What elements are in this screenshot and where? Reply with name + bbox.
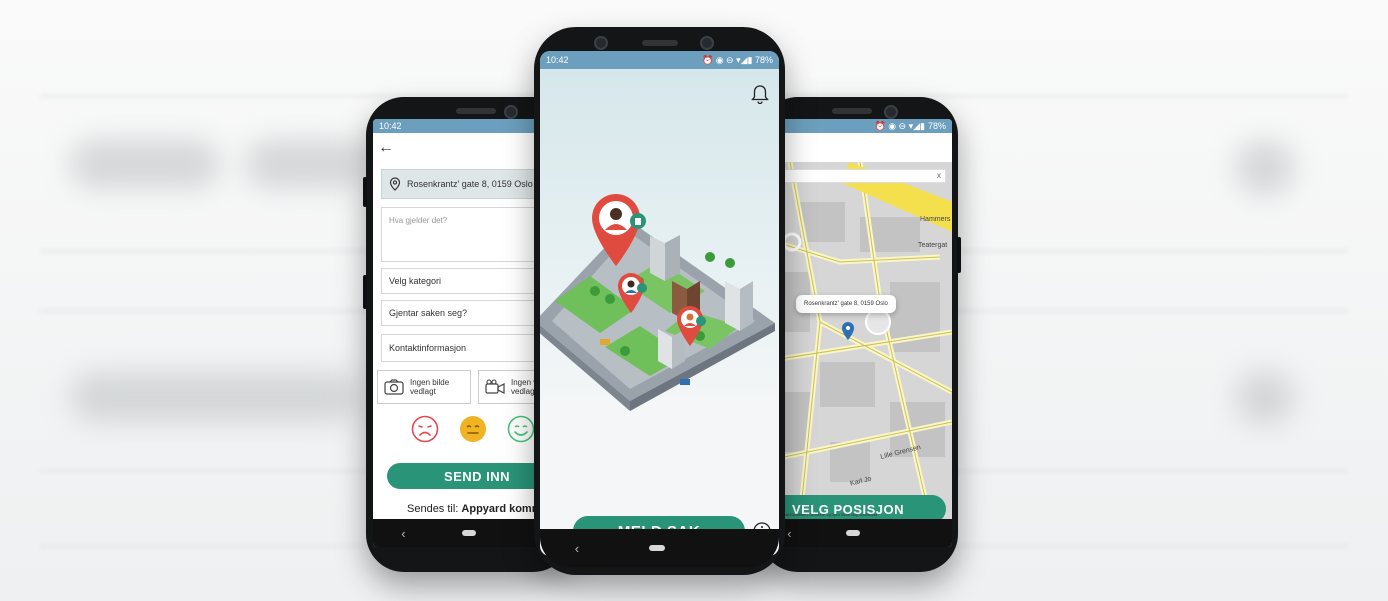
blur-shape — [1235, 370, 1295, 425]
bell-icon[interactable] — [751, 84, 769, 104]
neutral-face-icon[interactable] — [459, 415, 487, 443]
status-battery: 78% — [754, 54, 773, 65]
map-attribution: Landsat | Sentralt Kartverket | kommuner… — [762, 513, 878, 517]
blur-shape — [70, 372, 360, 422]
nav-home-button[interactable] — [648, 545, 665, 551]
category-label: Velg kategori — [389, 276, 442, 286]
nav-back-button[interactable]: ‹ — [401, 526, 405, 541]
front-camera — [884, 105, 898, 119]
speaker — [832, 108, 872, 114]
sad-face-icon[interactable] — [411, 415, 439, 443]
repeat-label: Gjentar saken seg? — [389, 308, 468, 318]
sent-to-prefix: Sendes til: — [407, 503, 462, 515]
center-phone: 10:42 ⏰ ◉ ⊖ ▾◢▮ 78% ‹ — [534, 27, 785, 575]
status-right: ⏰ ◉ ⊖ ▾◢▮ 78% — [701, 54, 773, 65]
status-battery: 78% — [927, 121, 946, 131]
marker-tooltip: Rosenkrantz' gate 8, 0159 Oslo — [796, 295, 896, 313]
map-view[interactable]: Hammers Teatergat Lille Grensen Karl Jo … — [760, 162, 952, 519]
blur-shape — [1235, 140, 1295, 195]
photo-label: Ingen bilde vedlagt — [410, 378, 449, 396]
street-label: Teatergat — [918, 242, 948, 249]
speaker — [456, 108, 496, 114]
address-text: Rosenkrantz' gate 8, 0159 Oslo — [407, 179, 533, 189]
status-time: 10:42 — [379, 121, 402, 131]
city-illustration — [540, 221, 775, 411]
nav-bar: ‹ — [540, 529, 779, 567]
map-search-bar[interactable]: x — [778, 169, 946, 183]
close-icon[interactable]: x — [937, 171, 941, 180]
map-marker-icon — [677, 306, 706, 346]
blur-shape — [70, 140, 220, 188]
front-camera — [594, 36, 608, 50]
photo-label-line2: vedlagt — [410, 387, 436, 396]
map-header — [760, 133, 952, 162]
nav-bar: ‹ — [760, 519, 952, 547]
status-icons: ⏰ ◉ ⊖ ▾◢▮ — [874, 120, 925, 131]
sent-to-text: Sendes til: Appyard kommun — [407, 503, 555, 515]
sensor — [700, 36, 714, 50]
right-phone: ⏰ ◉ ⊖ ▾◢▮ 78% Hammers Teatergat Lille Gr… — [760, 97, 961, 572]
status-bar: ⏰ ◉ ⊖ ▾◢▮ 78% — [760, 119, 952, 133]
map-marker-icon[interactable] — [842, 322, 854, 340]
photo-attach-button[interactable]: Ingen bilde vedlagt — [377, 370, 471, 404]
photo-label-line1: Ingen bilde — [410, 378, 450, 387]
street-label: Hammers — [920, 216, 951, 223]
center-screen: 10:42 ⏰ ◉ ⊖ ▾◢▮ 78% — [540, 51, 779, 556]
send-button-label: SEND INN — [443, 468, 511, 484]
back-arrow-icon[interactable]: ← — [378, 139, 394, 157]
blur-shape — [245, 140, 365, 188]
contact-label: Kontaktinformasjon — [389, 343, 467, 353]
happy-face-icon[interactable] — [507, 415, 535, 443]
nav-back-button[interactable]: ‹ — [787, 526, 791, 541]
description-placeholder: Hva gjelder det? — [389, 216, 448, 225]
video-icon — [485, 379, 505, 394]
right-screen: ⏰ ◉ ⊖ ▾◢▮ 78% Hammers Teatergat Lille Gr… — [760, 119, 952, 547]
nav-back-button[interactable]: ‹ — [575, 541, 579, 556]
nav-home-button[interactable] — [462, 530, 477, 536]
status-time: 10:42 — [546, 55, 569, 65]
status-bar: 10:42 ⏰ ◉ ⊖ ▾◢▮ 78% — [540, 51, 779, 69]
marker-tooltip-text: Rosenkrantz' gate 8, 0159 Oslo — [804, 301, 888, 307]
front-camera — [504, 105, 518, 119]
map-marker-icon — [592, 194, 646, 266]
location-pin-icon — [389, 177, 401, 191]
camera-icon — [384, 379, 404, 395]
speaker — [642, 40, 678, 46]
video-label-line2: vedlag — [511, 387, 535, 396]
map-marker-icon — [618, 273, 647, 313]
nav-home-button[interactable] — [846, 530, 861, 536]
